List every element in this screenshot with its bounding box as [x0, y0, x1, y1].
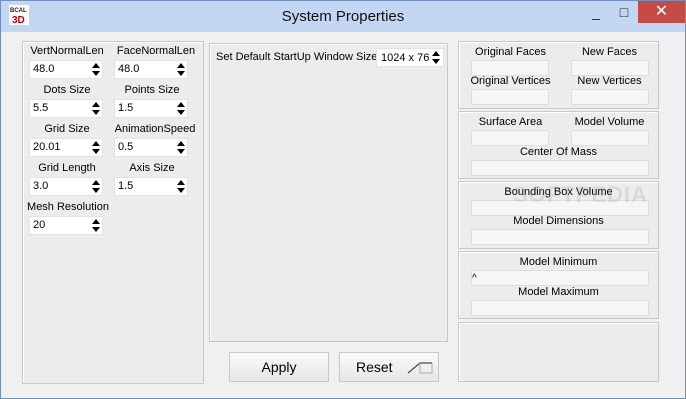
axis-size-value: 1.5 — [118, 180, 134, 192]
spinner-arrows-icon[interactable] — [91, 178, 101, 195]
dots-size-value: 5.5 — [33, 102, 49, 114]
original-vertices-field — [471, 89, 549, 105]
empty-panel — [458, 322, 659, 382]
vert-normal-len-label: VertNormalLen — [30, 45, 104, 57]
mesh-resolution-spinner[interactable]: 20 — [29, 216, 103, 235]
center-of-mass-field — [471, 160, 649, 176]
vert-normal-len-spinner[interactable]: 48.0 — [29, 60, 103, 79]
display-settings-panel: VertNormalLen FaceNormalLen 48.0 48.0 Do… — [22, 41, 204, 384]
axis-size-label: Axis Size — [129, 162, 175, 174]
mesh-resolution-label: Mesh Resolution — [27, 201, 109, 213]
reset-button-label: Reset — [356, 359, 393, 375]
spinner-arrows-icon[interactable] — [91, 100, 101, 117]
new-faces-label: New Faces — [581, 46, 638, 58]
new-vertices-field — [571, 89, 649, 105]
points-size-label: Points Size — [124, 84, 180, 96]
new-vertices-label: New Vertices — [577, 75, 642, 87]
face-normal-len-label: FaceNormalLen — [116, 45, 196, 57]
model-extents-panel: Model Minimum ^ Model Maximum — [458, 251, 659, 319]
points-size-spinner[interactable]: 1.5 — [114, 99, 188, 118]
model-maximum-field — [471, 300, 649, 316]
bounding-box-panel: Bounding Box Volume Model Dimensions SOF… — [458, 181, 659, 249]
select-arrows-icon[interactable] — [431, 50, 441, 65]
mesh-count-panel: Original Faces New Faces Original Vertic… — [458, 41, 659, 109]
spinner-arrows-icon[interactable] — [176, 139, 186, 156]
mass-properties-panel: Surface Area Model Volume Center Of Mass — [458, 111, 659, 179]
dots-size-label: Dots Size — [43, 84, 91, 96]
spinner-arrows-icon[interactable] — [91, 217, 101, 234]
center-of-mass-label: Center Of Mass — [519, 146, 598, 158]
grid-length-value: 3.0 — [33, 180, 49, 192]
title-bar[interactable]: BCAL 3D System Properties _ □ ✕ — [1, 1, 685, 32]
original-faces-label: Original Faces — [475, 46, 546, 58]
spinner-arrows-icon[interactable] — [176, 100, 186, 117]
model-minimum-value: ^ — [472, 273, 477, 284]
grid-size-value: 20.01 — [33, 141, 61, 153]
dots-size-spinner[interactable]: 5.5 — [29, 99, 103, 118]
close-button[interactable]: ✕ — [638, 1, 685, 23]
startup-settings-panel: Set Default StartUp Window Size 1024 x 7… — [209, 43, 448, 342]
grid-length-spinner[interactable]: 3.0 — [29, 177, 103, 196]
grid-size-spinner[interactable]: 20.01 — [29, 138, 103, 157]
model-minimum-label: Model Minimum — [519, 256, 598, 268]
maximize-button[interactable]: □ — [609, 1, 639, 23]
startup-window-size-label: Set Default StartUp Window Size — [216, 51, 378, 63]
surface-area-field — [471, 130, 549, 146]
model-volume-label: Model Volume — [574, 116, 645, 128]
model-dimensions-field — [471, 229, 649, 245]
softpedia-watermark: SOFTPEDIA — [513, 182, 648, 207]
minimize-button[interactable]: _ — [581, 1, 611, 23]
axis-size-spinner[interactable]: 1.5 — [114, 177, 188, 196]
animation-speed-value: 0.5 — [118, 141, 134, 153]
grid-size-label: Grid Size — [44, 123, 90, 135]
new-faces-field — [571, 60, 649, 76]
spinner-arrows-icon[interactable] — [91, 139, 101, 156]
points-size-value: 1.5 — [118, 102, 134, 114]
animation-speed-spinner[interactable]: 0.5 — [114, 138, 188, 157]
original-faces-field — [471, 60, 549, 76]
cursor-icon — [407, 362, 433, 374]
face-normal-len-spinner[interactable]: 48.0 — [114, 60, 188, 79]
grid-length-label: Grid Length — [38, 162, 96, 174]
original-vertices-label: Original Vertices — [470, 75, 551, 87]
reset-button[interactable]: Reset — [339, 352, 439, 382]
apply-button[interactable]: Apply — [229, 352, 329, 382]
spinner-arrows-icon[interactable] — [91, 61, 101, 78]
animation-speed-label: AnimationSpeed — [114, 123, 196, 135]
spinner-arrows-icon[interactable] — [176, 61, 186, 78]
startup-window-size-select[interactable]: 1024 x 76 — [376, 48, 444, 67]
spinner-arrows-icon[interactable] — [176, 178, 186, 195]
system-properties-window: BCAL 3D System Properties _ □ ✕ VertNorm… — [0, 0, 686, 399]
vert-normal-len-value: 48.0 — [33, 63, 55, 75]
mesh-resolution-value: 20 — [33, 219, 46, 231]
surface-area-label: Surface Area — [478, 116, 543, 128]
startup-window-size-value: 1024 x 76 — [381, 52, 430, 64]
model-volume-field — [571, 130, 649, 146]
model-maximum-label: Model Maximum — [518, 286, 599, 298]
model-minimum-field: ^ — [471, 270, 649, 286]
model-dimensions-label: Model Dimensions — [513, 215, 604, 227]
face-normal-len-value: 48.0 — [118, 63, 140, 75]
